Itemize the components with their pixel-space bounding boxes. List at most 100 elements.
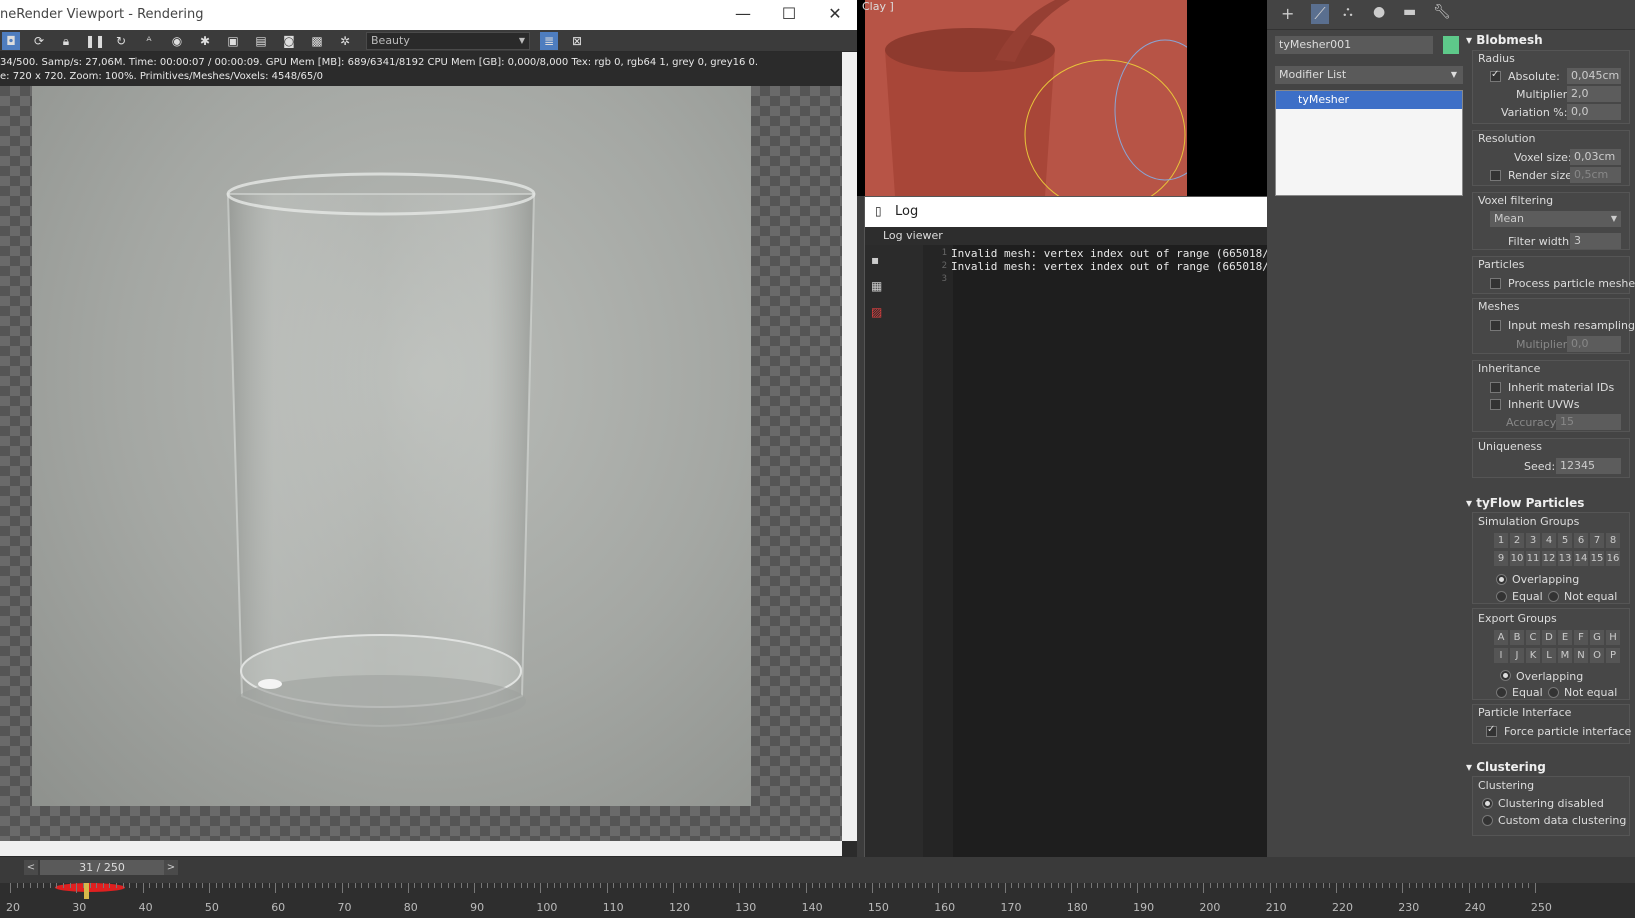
list-icon[interactable]: ≣: [540, 32, 558, 50]
motion-icon[interactable]: ●: [1373, 4, 1385, 20]
export-group-button[interactable]: H: [1606, 630, 1620, 645]
simulation-group-button[interactable]: 2: [1510, 533, 1524, 548]
simulation-group-button[interactable]: 14: [1574, 551, 1588, 566]
custom-clustering-radio[interactable]: [1482, 815, 1493, 826]
simulation-group-button[interactable]: 5: [1558, 533, 1572, 548]
time-slider[interactable]: 31 / 250: [40, 860, 164, 875]
aa-icon[interactable]: ᴬ: [140, 32, 158, 50]
export-group-button[interactable]: P: [1606, 648, 1620, 663]
simulation-group-button[interactable]: 3: [1526, 533, 1540, 548]
object-name-input[interactable]: tyMesher001: [1275, 36, 1433, 54]
horizontal-scrollbar[interactable]: [0, 841, 842, 856]
clear-icon[interactable]: ✱: [196, 32, 214, 50]
modifier-list-dropdown[interactable]: Modifier List ▼: [1275, 66, 1463, 84]
clustering-rollout-header[interactable]: ▾ Clustering: [1466, 760, 1635, 774]
inherit-uvws-checkbox[interactable]: [1490, 399, 1501, 410]
track-bar[interactable]: 20 30 40 50 60 70 80 90 100 110 120 130 140 150 160 170…: [0, 883, 1635, 918]
export-group-button[interactable]: D: [1542, 630, 1556, 645]
simulation-group-button[interactable]: 4: [1542, 533, 1556, 548]
pause-icon[interactable]: ❚❚: [85, 32, 105, 50]
voxel-size-spinner[interactable]: 0,03cm: [1570, 149, 1621, 165]
multiplier-spinner[interactable]: 2,0: [1567, 86, 1621, 102]
simulation-group-button[interactable]: 12: [1542, 551, 1556, 566]
current-frame-indicator[interactable]: [84, 883, 89, 899]
simulation-group-button[interactable]: 6: [1574, 533, 1588, 548]
sim-overlapping-radio[interactable]: [1496, 574, 1507, 585]
accuracy-spinner[interactable]: 15: [1556, 414, 1621, 430]
clear-log-icon[interactable]: ▨: [871, 305, 882, 319]
filter-width-spinner[interactable]: 3: [1570, 233, 1621, 249]
render-channel-dropdown[interactable]: Beauty ▼: [366, 32, 530, 50]
maximize-button[interactable]: ☐: [766, 0, 812, 30]
export-group-button[interactable]: C: [1526, 630, 1540, 645]
next-frame-button[interactable]: >: [164, 860, 178, 875]
clustering-disabled-radio[interactable]: [1482, 798, 1493, 809]
simulation-group-button[interactable]: 7: [1590, 533, 1604, 548]
export-group-button[interactable]: B: [1510, 630, 1524, 645]
simulation-group-button[interactable]: 11: [1526, 551, 1540, 566]
modify-icon[interactable]: ⟋: [1311, 4, 1329, 24]
simulation-group-button[interactable]: 9: [1494, 551, 1508, 566]
hierarchy-icon[interactable]: ⛬: [1343, 4, 1353, 20]
export-group-button[interactable]: I: [1494, 648, 1508, 663]
fit-icon[interactable]: ⊠: [568, 32, 586, 50]
refresh-icon[interactable]: ⟳: [30, 32, 48, 50]
create-plus-icon[interactable]: +: [1281, 4, 1294, 23]
export-group-button[interactable]: A: [1494, 630, 1508, 645]
force-particle-interface-checkbox[interactable]: [1486, 724, 1497, 737]
minimize-button[interactable]: —: [720, 0, 766, 30]
export-group-button[interactable]: L: [1542, 648, 1556, 663]
export-group-button[interactable]: N: [1574, 648, 1588, 663]
display-icon[interactable]: ▣: [224, 32, 242, 50]
exp-not-equal-radio[interactable]: [1548, 687, 1559, 698]
render-canvas[interactable]: [0, 86, 842, 841]
render-size-checkbox[interactable]: [1490, 170, 1501, 181]
absolute-spinner[interactable]: 0,045cm: [1567, 68, 1621, 84]
input-mesh-resampling-checkbox[interactable]: [1490, 320, 1501, 331]
filter-mode-dropdown[interactable]: Mean ▼: [1490, 211, 1621, 227]
vertical-scrollbar[interactable]: [842, 52, 857, 841]
seed-spinner[interactable]: 12345: [1556, 458, 1621, 474]
object-color-swatch[interactable]: [1443, 36, 1459, 54]
modifier-stack-item[interactable]: tyMesher: [1276, 91, 1462, 109]
simulation-group-button[interactable]: 13: [1558, 551, 1572, 566]
simulation-group-button[interactable]: 10: [1510, 551, 1524, 566]
simulation-group-button[interactable]: 1: [1494, 533, 1508, 548]
process-particle-meshes-checkbox[interactable]: [1490, 278, 1501, 289]
scene-viewport[interactable]: Clay ]: [857, 0, 1267, 211]
color-icon[interactable]: ◉: [168, 32, 186, 50]
sim-not-equal-radio[interactable]: [1548, 591, 1559, 602]
sim-equal-radio[interactable]: [1496, 591, 1507, 602]
lock-icon[interactable]: 🔒︎: [57, 32, 75, 50]
export-group-button[interactable]: G: [1590, 630, 1604, 645]
camera-icon[interactable]: ◙: [280, 32, 298, 50]
simulation-group-button[interactable]: 8: [1606, 533, 1620, 548]
region-icon[interactable]: ◘: [2, 32, 20, 50]
prev-frame-button[interactable]: <: [24, 860, 38, 875]
settings-gear-icon[interactable]: ✲: [336, 32, 354, 50]
save-icon[interactable]: ▪: [871, 253, 879, 267]
exp-equal-radio[interactable]: [1496, 687, 1507, 698]
save-icon[interactable]: ▤: [252, 32, 270, 50]
display-icon[interactable]: ▬: [1403, 4, 1416, 20]
utilities-wrench-icon[interactable]: 🔧︎: [1433, 4, 1451, 20]
render-window-titlebar[interactable]: neRender Viewport - Rendering — ☐ ✕: [0, 0, 857, 30]
inherit-material-ids-checkbox[interactable]: [1490, 382, 1501, 393]
blobmesh-rollout-header[interactable]: ▾ Blobmesh: [1466, 33, 1635, 47]
simulation-group-button[interactable]: 16: [1606, 551, 1620, 566]
export-group-button[interactable]: M: [1558, 648, 1572, 663]
export-group-button[interactable]: O: [1590, 648, 1604, 663]
variation-spinner[interactable]: 0,0: [1567, 104, 1621, 120]
simulation-group-button[interactable]: 15: [1590, 551, 1604, 566]
close-button[interactable]: ✕: [812, 0, 858, 30]
exp-overlapping-radio[interactable]: [1500, 670, 1511, 681]
export-group-button[interactable]: K: [1526, 648, 1540, 663]
export-group-button[interactable]: F: [1574, 630, 1588, 645]
absolute-checkbox[interactable]: [1490, 69, 1501, 82]
film-icon[interactable]: ▩: [308, 32, 326, 50]
mesh-multiplier-spinner[interactable]: 0,0: [1567, 336, 1621, 352]
tyflow-particles-rollout-header[interactable]: ▾ tyFlow Particles: [1466, 496, 1635, 510]
export-group-button[interactable]: E: [1558, 630, 1572, 645]
restart-icon[interactable]: ↻: [112, 32, 130, 50]
render-size-spinner[interactable]: 0,5cm: [1570, 167, 1621, 183]
